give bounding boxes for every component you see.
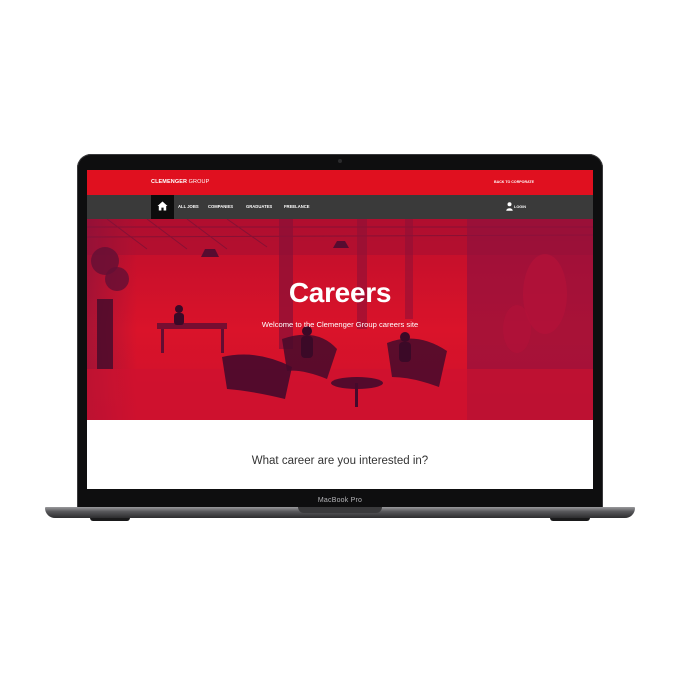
browser-screen: CLEMENGER GROUP BACK TO CORPORATE ALL JO…: [87, 170, 593, 489]
laptop-chin: MacBook Pro: [87, 489, 593, 508]
career-question-heading: What career are you interested in?: [251, 455, 429, 467]
career-section: What career are you interested in?: [87, 420, 593, 489]
laptop-foot-right: [550, 518, 590, 521]
nav-freelance[interactable]: FREELANCE: [284, 204, 310, 209]
laptop-mockup: CLEMENGER GROUP BACK TO CORPORATE ALL JO…: [0, 0, 680, 680]
hero-subtitle: Welcome to the Clemenger Group careers s…: [261, 320, 419, 329]
back-to-corporate-link[interactable]: BACK TO CORPORATE: [494, 180, 534, 184]
logo-bold: CLEMENGER: [151, 179, 188, 185]
login-label: LOGIN: [514, 205, 527, 209]
nav-companies[interactable]: COMPANIES: [208, 204, 233, 209]
clemenger-logo[interactable]: CLEMENGER GROUP: [151, 179, 209, 185]
hero-banner: Careers Welcome to the Clemenger Group c…: [87, 219, 593, 420]
main-nav: ALL JOBS COMPANIES GRADUATES FREELANCE L…: [87, 195, 593, 219]
macbook-label: MacBook Pro: [317, 497, 363, 504]
hero-title: Careers: [288, 277, 392, 308]
camera-icon: [338, 159, 342, 163]
user-icon: [506, 202, 513, 211]
home-button[interactable]: [151, 195, 174, 219]
laptop-foot-left: [90, 518, 130, 521]
nav-graduates[interactable]: GRADUATES: [246, 204, 272, 209]
nav-all-jobs[interactable]: ALL JOBS: [178, 204, 199, 209]
logo-regular: GROUP: [187, 179, 210, 185]
top-bar: CLEMENGER GROUP BACK TO CORPORATE: [87, 170, 593, 195]
home-icon: [157, 201, 168, 211]
laptop-notch: [298, 507, 382, 513]
